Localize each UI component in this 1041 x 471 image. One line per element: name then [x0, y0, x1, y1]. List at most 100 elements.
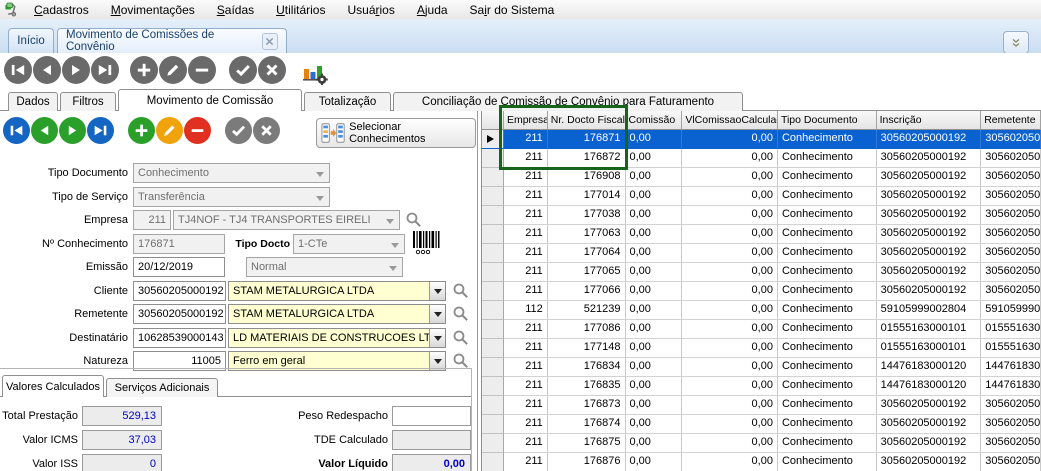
table-row[interactable]: 2111771480,000,00Conhecimento01555163000… [482, 339, 1041, 358]
column-header-vlcomissaocalculado[interactable]: VlComissaoCalculado [682, 111, 778, 130]
column-header-nr-docto-fiscal[interactable]: Nr. Docto Fiscal [548, 111, 626, 130]
menu-item-cadastros[interactable]: Cadastros [23, 1, 100, 19]
remetente-select[interactable]: STAM METALURGICA LTDA [228, 304, 446, 324]
column-header-tipo-documento[interactable]: Tipo Documento [778, 111, 877, 130]
empresa-select[interactable]: TJ4NOF - TJ4 TRANSPORTES EIRELI [173, 210, 400, 230]
cliente-search-icon[interactable] [452, 282, 472, 302]
table-row[interactable]: 2111768730,000,00Conhecimento30560205000… [482, 396, 1041, 415]
menu-item-saídas[interactable]: Saídas [206, 1, 265, 19]
table-row[interactable]: 2111770140,000,00Conhecimento30560205000… [482, 187, 1041, 206]
confirm-button[interactable] [229, 56, 257, 84]
menu-item-ajuda[interactable]: Ajuda [406, 1, 459, 19]
table-row[interactable]: 2111770660,000,00Conhecimento30560205000… [482, 282, 1041, 301]
table-row[interactable]: 2111768750,000,00Conhecimento30560205000… [482, 434, 1041, 453]
report-chart-button[interactable] [299, 56, 331, 87]
barcode-icon[interactable] [412, 230, 440, 259]
row-indicator [482, 453, 504, 471]
page-tab-conciliação[interactable]: Conciliação de Comissão de Convênio para… [393, 92, 743, 111]
menu-item-usuários[interactable]: Usuários [336, 1, 405, 19]
table-row[interactable]: 2111770650,000,00Conhecimento30560205000… [482, 263, 1041, 282]
tab-close-icon[interactable] [262, 33, 278, 50]
table-row[interactable]: 2111770630,000,00Conhecimento30560205000… [482, 225, 1041, 244]
table-row[interactable]: 2111768350,000,00Conhecimento14476183000… [482, 377, 1041, 396]
cell: 30560205000192 [877, 206, 982, 225]
column-header-remetente[interactable]: Remetente [981, 111, 1041, 130]
column-header-comiss-o[interactable]: Comissão [626, 111, 683, 130]
column-header-empresa[interactable]: Empresa [504, 111, 548, 130]
table-row[interactable]: 2111769080,000,00Conhecimento30560205000… [482, 168, 1041, 187]
nav-last-button[interactable] [87, 117, 114, 144]
table-row[interactable]: 2111768740,000,00Conhecimento30560205000… [482, 415, 1041, 434]
delete-button[interactable] [188, 56, 216, 84]
peso-redespacho-field[interactable] [392, 406, 471, 426]
table-row[interactable]: 2111770380,000,00Conhecimento30560205000… [482, 206, 1041, 225]
select-conhecimentos-button[interactable]: Selecionar Conhecimentos [316, 118, 476, 148]
destinatario-select[interactable]: LD MATERIAIS DE CONSTRUCOES LTDA [228, 328, 446, 348]
nav-next-button[interactable] [62, 56, 90, 84]
cell: 0,00 [682, 206, 778, 225]
dropdown-button[interactable] [429, 282, 445, 300]
add-button[interactable] [128, 117, 155, 144]
delete-button[interactable] [184, 117, 211, 144]
column-header-inscri-o[interactable]: Inscrição [877, 111, 982, 130]
emissao-field[interactable]: 20/12/2019 [133, 257, 225, 277]
table-row[interactable]: 2111770860,000,00Conhecimento01555163000… [482, 320, 1041, 339]
cliente-code-field[interactable]: 30560205000192 [133, 281, 226, 301]
page-tab-movimento[interactable]: Movimento de Comissão [118, 89, 302, 111]
cliente-select[interactable]: STAM METALURGICA LTDA [228, 281, 446, 301]
cancel-button[interactable] [258, 56, 286, 84]
cell: 0,00 [626, 339, 683, 358]
menu-items: CadastrosMovimentaçõesSaídasUtilitáriosU… [23, 1, 565, 19]
nav-next-icon [67, 61, 85, 79]
menu-item-movimentações[interactable]: Movimentações [100, 1, 206, 19]
tipo-documento-value: Conhecimento [138, 167, 209, 179]
tab-valores-calculados[interactable]: Valores Calculados [2, 375, 104, 397]
nav-first-button[interactable] [4, 56, 32, 84]
table-row[interactable]: 2111768720,000,00Conhecimento30560205000… [482, 149, 1041, 168]
tipo-servico-select[interactable]: Transferência [133, 187, 330, 207]
nav-last-button[interactable] [91, 56, 119, 84]
emissao-tipo-select[interactable]: Normal [246, 257, 403, 277]
cell: 0,00 [682, 377, 778, 396]
tipo-documento-select[interactable]: Conhecimento [133, 163, 330, 183]
remetente-code-field[interactable]: 30560205000192 [133, 304, 226, 324]
remetente-search-icon[interactable] [452, 305, 472, 325]
table-row[interactable]: 1125212390,000,00Conhecimento59105999002… [482, 301, 1041, 320]
table-row[interactable]: 2111768760,000,00Conhecimento30560205000… [482, 453, 1041, 471]
dropdown-button[interactable] [429, 329, 445, 347]
confirm-button[interactable] [225, 117, 252, 144]
cell: 0,00 [626, 434, 683, 453]
dropdown-button[interactable] [429, 305, 445, 323]
tab-servicos-adicionais[interactable]: Serviços Adicionais [106, 378, 218, 397]
table-row[interactable]: 2111768710,000,00Conhecimento30560205000… [482, 130, 1041, 149]
edit-button[interactable] [159, 56, 187, 84]
page-tab-dados[interactable]: Dados [8, 92, 58, 111]
natureza-search-icon[interactable] [452, 352, 472, 372]
natureza-value: Ferro em geral [233, 355, 305, 367]
page-tab-filtros[interactable]: Filtros [60, 92, 116, 111]
table-row[interactable]: 2111768340,000,00Conhecimento14476183000… [482, 358, 1041, 377]
destinatario-code-field[interactable]: 10628539000143 [133, 328, 226, 348]
nav-first-button[interactable] [3, 117, 30, 144]
page-tab-totalização[interactable]: Totalização [304, 92, 391, 111]
table-row[interactable]: 2111770640,000,00Conhecimento30560205000… [482, 244, 1041, 263]
edit-button[interactable] [156, 117, 183, 144]
destinatario-search-icon[interactable] [452, 329, 472, 349]
tab-inicio[interactable]: Início [8, 28, 54, 53]
nav-prior-button[interactable] [31, 117, 58, 144]
menu-item-sair-do-sistema[interactable]: Sair do Sistema [459, 1, 566, 19]
add-button[interactable] [130, 56, 158, 84]
valor-iss-value: 0 [150, 458, 156, 470]
menu-item-utilitários[interactable]: Utilitários [265, 1, 336, 19]
cell: 14476183000120 [877, 358, 982, 377]
nav-next-button[interactable] [59, 117, 86, 144]
tipo-docto-select[interactable]: 1-CTe [293, 234, 405, 254]
cancel-button[interactable] [253, 117, 280, 144]
tab-movimento-comissoes[interactable]: Movimento de Comissões de Convênio [57, 28, 287, 53]
nav-prior-button[interactable] [33, 56, 61, 84]
cell: 0,00 [682, 244, 778, 263]
row-indicator [482, 358, 504, 377]
tab-list-button[interactable] [1003, 31, 1029, 54]
empresa-code-field[interactable]: 211 [133, 210, 171, 230]
empresa-search-icon[interactable] [405, 211, 425, 231]
